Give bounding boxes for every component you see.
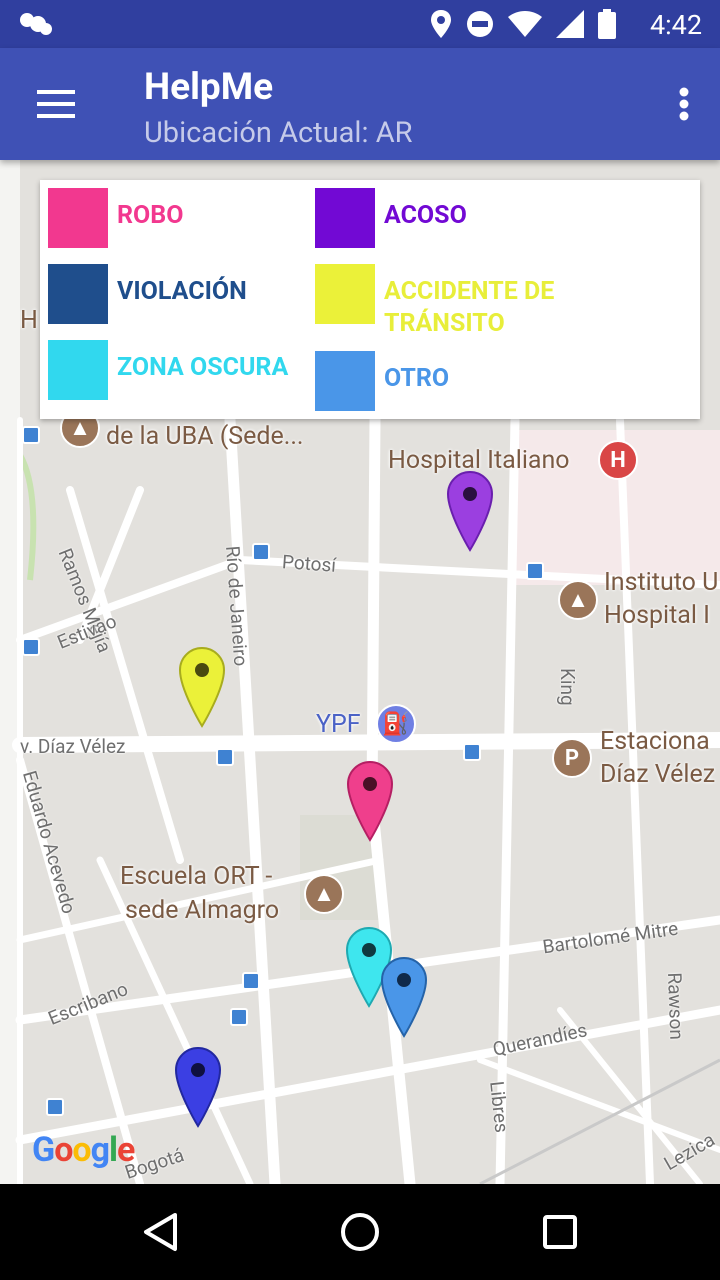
legend-item-zona-oscura[interactable]: ZONA OSCURA bbox=[48, 340, 288, 400]
google-logo: Google bbox=[32, 1130, 135, 1170]
incident-pin-otro[interactable] bbox=[380, 956, 428, 1038]
app-bar: HelpMe Ubicación Actual: AR bbox=[0, 48, 720, 160]
legend-swatch bbox=[315, 351, 375, 411]
place-label-uba[interactable]: de la UBA (Sede... bbox=[106, 422, 304, 451]
parking-icon[interactable]: P bbox=[552, 738, 592, 778]
street-label: Potosí bbox=[281, 550, 337, 577]
legend-item-otro[interactable]: OTRO bbox=[315, 351, 449, 411]
gas-station-icon[interactable]: ⛽ bbox=[376, 704, 416, 744]
place-label-estacionamiento-2: Díaz Vélez bbox=[600, 760, 716, 789]
navigation-bar bbox=[0, 1184, 720, 1280]
signal-icon bbox=[556, 10, 584, 38]
place-label-ypf[interactable]: YPF bbox=[316, 710, 361, 739]
place-label-h: H bbox=[20, 306, 38, 335]
bus-stop-icon[interactable] bbox=[526, 562, 544, 580]
legend-label: OTRO bbox=[384, 364, 450, 393]
legend-swatch bbox=[315, 264, 375, 324]
bus-stop-icon[interactable] bbox=[242, 972, 260, 990]
place-label-instituto[interactable]: Instituto U bbox=[604, 568, 718, 597]
place-label-estacionamiento[interactable]: Estaciona bbox=[600, 727, 710, 756]
legend-label: ROBO bbox=[117, 201, 184, 230]
legend-swatch bbox=[48, 188, 108, 248]
place-label-instituto-2: Hospital I bbox=[604, 601, 710, 630]
legend-label: ACOSO bbox=[384, 201, 467, 230]
place-label-escuela-2: sede Almagro bbox=[125, 896, 280, 925]
school-icon[interactable]: ▲ bbox=[304, 874, 344, 914]
legend-label: VIOLACIÓN bbox=[117, 277, 247, 306]
legend-item-acoso[interactable]: ACOSO bbox=[315, 188, 467, 248]
bus-stop-icon[interactable] bbox=[252, 543, 270, 561]
bus-stop-icon[interactable] bbox=[22, 426, 40, 444]
app-title: HelpMe bbox=[144, 66, 274, 109]
legend-card: ROBO ACOSO VIOLACIÓN ACCIDENTE DE TRÁNSI… bbox=[40, 180, 700, 419]
bus-stop-icon[interactable] bbox=[463, 743, 481, 761]
more-vert-icon bbox=[679, 87, 689, 121]
street-label: King bbox=[556, 668, 579, 706]
map-view[interactable]: ROBO ACOSO VIOLACIÓN ACCIDENTE DE TRÁNSI… bbox=[0, 160, 720, 1184]
recents-button[interactable] bbox=[530, 1202, 590, 1262]
bus-stop-icon[interactable] bbox=[230, 1008, 248, 1026]
legend-item-accidente[interactable]: ACCIDENTE DE TRÁNSITO bbox=[315, 264, 615, 340]
battery-icon bbox=[598, 9, 616, 39]
legend-swatch bbox=[48, 264, 108, 324]
menu-button[interactable] bbox=[26, 78, 86, 130]
back-icon bbox=[144, 1213, 177, 1251]
overflow-menu-button[interactable] bbox=[672, 82, 696, 126]
status-bar: 4:42 bbox=[0, 0, 720, 48]
home-icon bbox=[341, 1213, 379, 1251]
legend-label: ZONA OSCURA bbox=[117, 353, 289, 382]
status-time: 4:42 bbox=[649, 9, 702, 41]
legend-swatch bbox=[48, 340, 108, 400]
bus-stop-icon[interactable] bbox=[22, 638, 40, 656]
bus-stop-icon[interactable] bbox=[46, 1098, 64, 1116]
weather-icon bbox=[20, 13, 52, 35]
legend-item-robo[interactable]: ROBO bbox=[48, 188, 183, 248]
legend-label: ACCIDENTE DE TRÁNSITO bbox=[384, 277, 555, 338]
do-not-disturb-icon bbox=[467, 11, 493, 37]
incident-pin-robo[interactable] bbox=[346, 760, 394, 842]
incident-pin-acoso[interactable] bbox=[446, 470, 494, 552]
legend-swatch bbox=[315, 188, 375, 248]
street-label: v. Díaz Vélez bbox=[20, 735, 126, 758]
menu-icon bbox=[37, 90, 75, 118]
place-label-escuela[interactable]: Escuela ORT - bbox=[120, 862, 272, 891]
legend-item-violacion[interactable]: VIOLACIÓN bbox=[48, 264, 247, 324]
location-icon bbox=[431, 10, 451, 38]
recents-icon bbox=[543, 1215, 577, 1249]
home-button[interactable] bbox=[330, 1202, 390, 1262]
bus-stop-icon[interactable] bbox=[216, 748, 234, 766]
street-label: Rawson bbox=[663, 972, 689, 1041]
app-subtitle: Ubicación Actual: AR bbox=[144, 116, 413, 150]
incident-pin-accidente[interactable] bbox=[178, 646, 226, 728]
wifi-icon bbox=[508, 11, 542, 37]
school-icon[interactable]: ▲ bbox=[558, 580, 598, 620]
hospital-icon[interactable]: H bbox=[598, 440, 638, 480]
incident-pin-violacion[interactable] bbox=[174, 1046, 222, 1128]
back-button[interactable] bbox=[130, 1202, 190, 1262]
